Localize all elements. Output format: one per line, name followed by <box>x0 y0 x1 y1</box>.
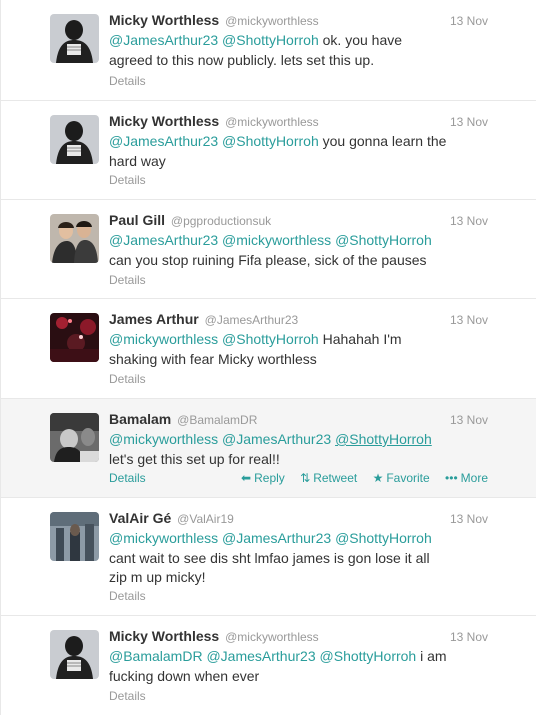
mention-link[interactable]: @JamesArthur23 <box>109 32 218 48</box>
mention-link[interactable]: @BamalamDR <box>109 648 203 664</box>
tweet-text: @mickyworthless @JamesArthur23 @ShottyHo… <box>109 430 449 469</box>
user-fullname[interactable]: Paul Gill <box>109 212 165 228</box>
tweet[interactable]: Paul Gill @pgproductionsuk 13 Nov @James… <box>1 200 536 299</box>
tweet[interactable]: Micky Worthless @mickyworthless 13 Nov @… <box>1 0 536 101</box>
tweet[interactable]: Micky Worthless @mickyworthless 13 Nov @… <box>1 616 536 715</box>
mention-link[interactable]: @JamesArthur23 <box>222 431 331 447</box>
tweet-timestamp[interactable]: 13 Nov <box>450 14 488 28</box>
tweet-timestamp[interactable]: 13 Nov <box>450 413 488 427</box>
tweet-header: Bamalam @BamalamDR <box>109 411 257 429</box>
tweet-header: Micky Worthless @mickyworthless <box>109 113 319 131</box>
tweet-timestamp[interactable]: 13 Nov <box>450 115 488 129</box>
mention-link[interactable]: @mickyworthless <box>109 530 218 546</box>
tweet-body: cant wait to see dis sht lmfao james is … <box>109 549 430 586</box>
mention-link[interactable]: @JamesArthur23 <box>206 648 315 664</box>
details-link[interactable]: Details <box>109 273 146 287</box>
details-link[interactable]: Details <box>109 689 146 703</box>
details-link[interactable]: Details <box>109 471 146 485</box>
mention-link[interactable]: @mickyworthless <box>222 232 331 248</box>
ellipsis-icon: ••• <box>445 471 458 485</box>
details-link[interactable]: Details <box>109 589 146 603</box>
reply-icon: ⬅ <box>241 471 252 485</box>
tweet-text: @mickyworthless @JamesArthur23 @ShottyHo… <box>109 529 449 588</box>
reply-button[interactable]: ⬅ Reply <box>241 471 285 485</box>
more-button[interactable]: ••• More <box>445 471 488 485</box>
tweet-text: @BamalamDR @JamesArthur23 @ShottyHorroh … <box>109 647 449 686</box>
mention-link[interactable]: @ShottyHorroh <box>222 32 319 48</box>
tweet-header: Micky Worthless @mickyworthless <box>109 628 319 646</box>
favorite-label: Favorite <box>386 471 430 485</box>
details-link[interactable]: Details <box>109 74 146 88</box>
tweet-text: @JamesArthur23 @ShottyHorroh ok. you hav… <box>109 31 449 70</box>
tweet-actions: ⬅ Reply ⇅ Retweet ★ Favorite ••• More <box>229 471 488 485</box>
tweet[interactable]: Bamalam @BamalamDR 13 Nov @mickyworthles… <box>1 399 536 498</box>
tweet-header: Paul Gill @pgproductionsuk <box>109 212 271 230</box>
tweet-header: James Arthur @JamesArthur23 <box>109 311 298 329</box>
tweet-timestamp[interactable]: 13 Nov <box>450 214 488 228</box>
user-fullname[interactable]: James Arthur <box>109 311 199 327</box>
mention-link[interactable]: @ShottyHorroh <box>222 133 319 149</box>
tweet-timestamp[interactable]: 13 Nov <box>450 630 488 644</box>
avatar[interactable] <box>50 214 99 263</box>
reply-label: Reply <box>254 471 285 485</box>
user-fullname[interactable]: Bamalam <box>109 411 171 427</box>
mention-link[interactable]: @ShottyHorroh <box>320 648 417 664</box>
avatar[interactable] <box>50 14 99 63</box>
tweet[interactable]: ValAir Gé @ValAir19 13 Nov @mickyworthle… <box>1 498 536 616</box>
retweet-button[interactable]: ⇅ Retweet <box>300 471 357 485</box>
user-handle[interactable]: @pgproductionsuk <box>171 214 271 228</box>
details-link[interactable]: Details <box>109 173 146 187</box>
retweet-label: Retweet <box>313 471 358 485</box>
user-fullname[interactable]: Micky Worthless <box>109 113 219 129</box>
mention-link[interactable]: @ShottyHorroh <box>335 431 432 447</box>
tweet-header: ValAir Gé @ValAir19 <box>109 510 234 528</box>
mention-link[interactable]: @JamesArthur23 <box>109 133 218 149</box>
retweet-icon: ⇅ <box>300 471 311 485</box>
tweet-text: @JamesArthur23 @mickyworthless @ShottyHo… <box>109 231 449 270</box>
mention-link[interactable]: @JamesArthur23 <box>109 232 218 248</box>
tweet-timestamp[interactable]: 13 Nov <box>450 512 488 526</box>
avatar[interactable] <box>50 512 99 561</box>
mention-link[interactable]: @ShottyHorroh <box>222 331 319 347</box>
tweet-timestamp[interactable]: 13 Nov <box>450 313 488 327</box>
more-label: More <box>460 471 488 485</box>
tweet-text: @JamesArthur23 @ShottyHorroh you gonna l… <box>109 132 449 171</box>
favorite-button[interactable]: ★ Favorite <box>373 471 430 485</box>
tweet[interactable]: James Arthur @JamesArthur23 13 Nov @mick… <box>1 299 536 399</box>
user-handle[interactable]: @BamalamDR <box>177 413 257 427</box>
user-fullname[interactable]: ValAir Gé <box>109 510 171 526</box>
avatar[interactable] <box>50 413 99 462</box>
tweet[interactable]: Micky Worthless @mickyworthless 13 Nov @… <box>1 101 536 200</box>
user-handle[interactable]: @JamesArthur23 <box>205 313 299 327</box>
user-handle[interactable]: @mickyworthless <box>225 14 319 28</box>
user-fullname[interactable]: Micky Worthless <box>109 628 219 644</box>
user-fullname[interactable]: Micky Worthless <box>109 12 219 28</box>
user-handle[interactable]: @mickyworthless <box>225 630 319 644</box>
tweet-timeline: Micky Worthless @mickyworthless 13 Nov @… <box>0 0 536 715</box>
avatar[interactable] <box>50 313 99 362</box>
avatar[interactable] <box>50 630 99 679</box>
user-handle[interactable]: @mickyworthless <box>225 115 319 129</box>
tweet-body: let's get this set up for real!! <box>109 450 280 467</box>
mention-link[interactable]: @mickyworthless <box>109 431 218 447</box>
tweet-text: @mickyworthless @ShottyHorroh Hahahah I'… <box>109 330 449 369</box>
star-icon: ★ <box>372 471 384 485</box>
details-link[interactable]: Details <box>109 372 146 386</box>
mention-link[interactable]: @mickyworthless <box>109 331 218 347</box>
avatar[interactable] <box>50 115 99 164</box>
tweet-header: Micky Worthless @mickyworthless <box>109 12 319 30</box>
mention-link[interactable]: @JamesArthur23 <box>222 530 331 546</box>
mention-link[interactable]: @ShottyHorroh <box>335 530 432 546</box>
tweet-body: can you stop ruining Fifa please, sick o… <box>109 251 427 268</box>
user-handle[interactable]: @ValAir19 <box>177 512 234 526</box>
mention-link[interactable]: @ShottyHorroh <box>335 232 432 248</box>
